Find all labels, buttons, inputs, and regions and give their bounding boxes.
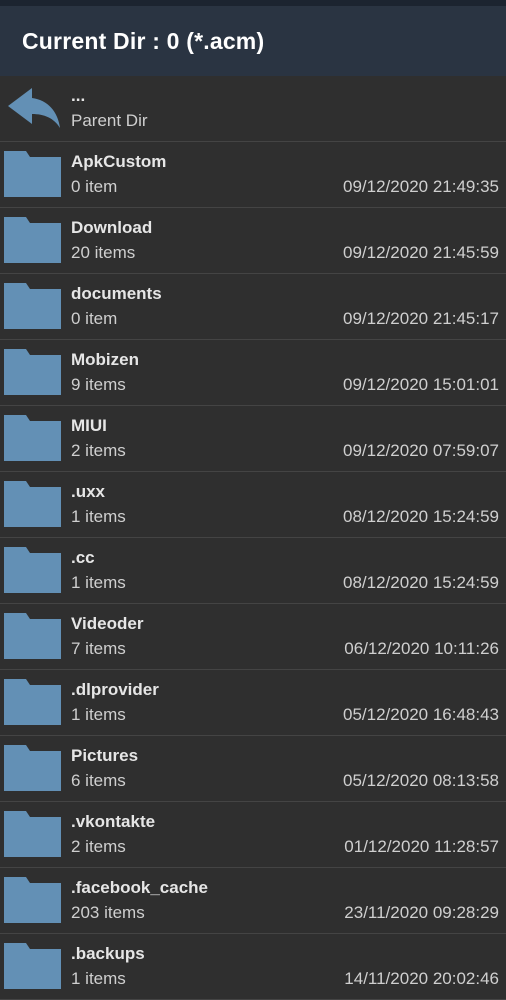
- folder-modified-date: 14/11/2020 20:02:46: [344, 969, 499, 988]
- folder-item-count: 7 items: [71, 639, 126, 658]
- folder-icon: [4, 877, 61, 923]
- parent-dir-row[interactable]: ... Parent Dir: [0, 76, 506, 142]
- folder-name: Download: [71, 218, 153, 237]
- folder-row[interactable]: ApkCustom 0 item 09/12/2020 21:49:35: [0, 142, 506, 208]
- folder-name: ApkCustom: [71, 152, 167, 171]
- folder-modified-date: 09/12/2020 21:49:35: [343, 177, 499, 196]
- header-bar: Current Dir : 0 (*.acm): [0, 6, 506, 76]
- folder-modified-date: 08/12/2020 15:24:59: [343, 573, 499, 592]
- folder-modified-date: 09/12/2020 21:45:17: [343, 309, 499, 328]
- folder-item-count: 20 items: [71, 243, 136, 262]
- folder-item-count: 0 item: [71, 309, 118, 328]
- folder-name: MIUI: [71, 416, 107, 435]
- folder-icon: [4, 481, 61, 527]
- parent-dir-dots: ...: [71, 86, 86, 105]
- folder-row[interactable]: Download 20 items 09/12/2020 21:45:59: [0, 208, 506, 274]
- file-list: ... Parent Dir ApkCustom 0 item 09/12/2020…: [0, 76, 506, 1000]
- folder-name: documents: [71, 284, 162, 303]
- folder-row[interactable]: .dlprovider 1 items 05/12/2020 16:48:43: [0, 670, 506, 736]
- folder-name: .backups: [71, 944, 145, 963]
- folder-icon: [4, 613, 61, 659]
- folder-icon: [4, 745, 61, 791]
- folder-icon: [4, 283, 61, 329]
- folder-item-count: 1 items: [71, 705, 126, 724]
- folder-modified-date: 06/12/2020 10:11:26: [344, 639, 499, 658]
- folder-row[interactable]: .backups 1 items 14/11/2020 20:02:46: [0, 934, 506, 1000]
- folder-name: Videoder: [71, 614, 144, 633]
- folder-modified-date: 05/12/2020 16:48:43: [343, 705, 499, 724]
- folder-icon: [4, 943, 61, 989]
- folder-name: Mobizen: [71, 350, 139, 369]
- folder-icon: [4, 349, 61, 395]
- folder-modified-date: 08/12/2020 15:24:59: [343, 507, 499, 526]
- folder-item-count: 1 items: [71, 507, 126, 526]
- folder-icon: [4, 679, 61, 725]
- folder-item-count: 203 items: [71, 903, 145, 922]
- folder-icon: [4, 415, 61, 461]
- folder-modified-date: 05/12/2020 08:13:58: [343, 771, 499, 790]
- folder-row[interactable]: .uxx 1 items 08/12/2020 15:24:59: [0, 472, 506, 538]
- folder-row[interactable]: .facebook_cache 203 items 23/11/2020 09:28…: [0, 868, 506, 934]
- folder-modified-date: 09/12/2020 15:01:01: [343, 375, 499, 394]
- folder-name: .facebook_cache: [71, 878, 209, 897]
- folder-item-count: 1 items: [71, 969, 126, 988]
- folder-icon: [4, 151, 61, 197]
- folder-row[interactable]: MIUI 2 items 09/12/2020 07:59:07: [0, 406, 506, 472]
- folder-row[interactable]: documents 0 item 09/12/2020 21:45:17: [0, 274, 506, 340]
- parent-dir-label: Parent Dir: [71, 111, 148, 130]
- folder-row[interactable]: .vkontakte 2 items 01/12/2020 11:28:57: [0, 802, 506, 868]
- folder-item-count: 9 items: [71, 375, 126, 394]
- folder-row[interactable]: Videoder 7 items 06/12/2020 10:11:26: [0, 604, 506, 670]
- folder-item-count: 2 items: [71, 837, 126, 856]
- folder-icon: [4, 811, 61, 857]
- folder-icon: [4, 217, 61, 263]
- folder-row[interactable]: Mobizen 9 items 09/12/2020 15:01:01: [0, 340, 506, 406]
- folder-item-count: 6 items: [71, 771, 126, 790]
- folder-name: Pictures: [71, 746, 139, 765]
- folder-name: .uxx: [71, 482, 106, 501]
- folder-modified-date: 09/12/2020 21:45:59: [343, 243, 499, 262]
- folder-modified-date: 09/12/2020 07:59:07: [343, 441, 499, 460]
- folder-name: .vkontakte: [71, 812, 156, 831]
- folder-name: .cc: [71, 548, 95, 567]
- folder-row[interactable]: .cc 1 items 08/12/2020 15:24:59: [0, 538, 506, 604]
- folder-row[interactable]: Pictures 6 items 05/12/2020 08:13:58: [0, 736, 506, 802]
- folder-icon: [4, 547, 61, 593]
- folder-item-count: 2 items: [71, 441, 126, 460]
- page-title: Current Dir : 0 (*.acm): [22, 27, 265, 54]
- folder-modified-date: 01/12/2020 11:28:57: [344, 837, 499, 856]
- folder-item-count: 1 items: [71, 573, 126, 592]
- back-arrow-icon: [8, 88, 60, 128]
- folder-item-count: 0 item: [71, 177, 118, 196]
- folder-modified-date: 23/11/2020 09:28:29: [344, 903, 499, 922]
- folder-name: .dlprovider: [71, 680, 159, 699]
